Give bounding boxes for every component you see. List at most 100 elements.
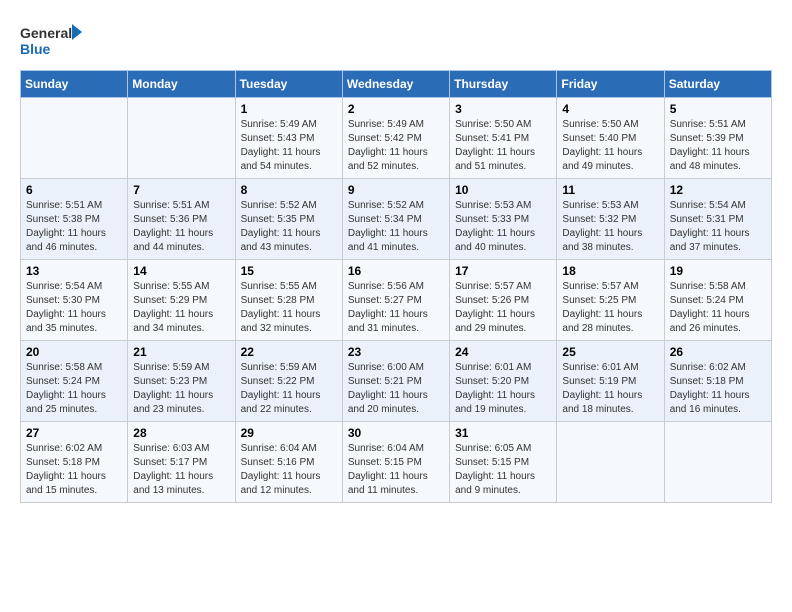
day-number: 17 (455, 264, 551, 278)
day-info: Sunrise: 5:49 AMSunset: 5:43 PMDaylight:… (241, 118, 337, 174)
day-info: Sunrise: 5:59 AMSunset: 5:23 PMDaylight:… (133, 361, 229, 417)
day-info: Sunrise: 5:51 AMSunset: 5:39 PMDaylight:… (670, 118, 766, 174)
day-number: 13 (26, 264, 122, 278)
day-info: Sunrise: 5:54 AMSunset: 5:31 PMDaylight:… (670, 199, 766, 255)
calendar-cell: 21 Sunrise: 5:59 AMSunset: 5:23 PMDayligh… (128, 341, 235, 422)
day-number: 11 (562, 183, 658, 197)
day-info: Sunrise: 5:52 AMSunset: 5:34 PMDaylight:… (348, 199, 444, 255)
day-number: 19 (670, 264, 766, 278)
header-friday: Friday (557, 71, 664, 98)
logo: GeneralBlue (20, 20, 90, 60)
day-info: Sunrise: 5:54 AMSunset: 5:30 PMDaylight:… (26, 280, 122, 336)
day-info: Sunrise: 5:49 AMSunset: 5:42 PMDaylight:… (348, 118, 444, 174)
day-number: 14 (133, 264, 229, 278)
day-number: 28 (133, 426, 229, 440)
calendar-cell: 20 Sunrise: 5:58 AMSunset: 5:24 PMDayligh… (21, 341, 128, 422)
day-number: 2 (348, 102, 444, 116)
week-row-1: 1 Sunrise: 5:49 AMSunset: 5:43 PMDaylight… (21, 98, 772, 179)
day-info: Sunrise: 5:50 AMSunset: 5:40 PMDaylight:… (562, 118, 658, 174)
calendar-cell: 14 Sunrise: 5:55 AMSunset: 5:29 PMDayligh… (128, 260, 235, 341)
day-info: Sunrise: 6:01 AMSunset: 5:19 PMDaylight:… (562, 361, 658, 417)
calendar-cell (664, 422, 771, 503)
calendar-cell: 29 Sunrise: 6:04 AMSunset: 5:16 PMDayligh… (235, 422, 342, 503)
day-number: 29 (241, 426, 337, 440)
header-sunday: Sunday (21, 71, 128, 98)
day-number: 27 (26, 426, 122, 440)
calendar-cell: 11 Sunrise: 5:53 AMSunset: 5:32 PMDayligh… (557, 179, 664, 260)
week-row-4: 20 Sunrise: 5:58 AMSunset: 5:24 PMDayligh… (21, 341, 772, 422)
day-info: Sunrise: 6:04 AMSunset: 5:15 PMDaylight:… (348, 442, 444, 498)
day-number: 24 (455, 345, 551, 359)
calendar-cell: 1 Sunrise: 5:49 AMSunset: 5:43 PMDaylight… (235, 98, 342, 179)
day-info: Sunrise: 6:00 AMSunset: 5:21 PMDaylight:… (348, 361, 444, 417)
calendar-cell: 31 Sunrise: 6:05 AMSunset: 5:15 PMDayligh… (450, 422, 557, 503)
day-info: Sunrise: 6:02 AMSunset: 5:18 PMDaylight:… (670, 361, 766, 417)
week-row-3: 13 Sunrise: 5:54 AMSunset: 5:30 PMDayligh… (21, 260, 772, 341)
day-number: 4 (562, 102, 658, 116)
svg-text:General: General (20, 25, 72, 41)
day-info: Sunrise: 5:53 AMSunset: 5:32 PMDaylight:… (562, 199, 658, 255)
day-number: 26 (670, 345, 766, 359)
day-info: Sunrise: 5:55 AMSunset: 5:29 PMDaylight:… (133, 280, 229, 336)
day-number: 15 (241, 264, 337, 278)
day-number: 10 (455, 183, 551, 197)
day-number: 25 (562, 345, 658, 359)
logo-icon: GeneralBlue (20, 20, 90, 60)
calendar-cell: 5 Sunrise: 5:51 AMSunset: 5:39 PMDaylight… (664, 98, 771, 179)
day-info: Sunrise: 5:55 AMSunset: 5:28 PMDaylight:… (241, 280, 337, 336)
day-number: 18 (562, 264, 658, 278)
calendar-cell: 4 Sunrise: 5:50 AMSunset: 5:40 PMDaylight… (557, 98, 664, 179)
day-info: Sunrise: 5:58 AMSunset: 5:24 PMDaylight:… (26, 361, 122, 417)
calendar-cell: 12 Sunrise: 5:54 AMSunset: 5:31 PMDayligh… (664, 179, 771, 260)
day-info: Sunrise: 6:04 AMSunset: 5:16 PMDaylight:… (241, 442, 337, 498)
day-number: 3 (455, 102, 551, 116)
day-info: Sunrise: 5:51 AMSunset: 5:38 PMDaylight:… (26, 199, 122, 255)
calendar-cell: 2 Sunrise: 5:49 AMSunset: 5:42 PMDaylight… (342, 98, 449, 179)
day-info: Sunrise: 5:52 AMSunset: 5:35 PMDaylight:… (241, 199, 337, 255)
calendar-cell: 27Sunrise: 6:02 AMSunset: 5:18 PMDayligh… (21, 422, 128, 503)
day-number: 23 (348, 345, 444, 359)
calendar-cell: 19 Sunrise: 5:58 AMSunset: 5:24 PMDayligh… (664, 260, 771, 341)
svg-text:Blue: Blue (20, 41, 51, 57)
calendar-cell: 17 Sunrise: 5:57 AMSunset: 5:26 PMDayligh… (450, 260, 557, 341)
calendar-cell: 8 Sunrise: 5:52 AMSunset: 5:35 PMDaylight… (235, 179, 342, 260)
calendar-cell (557, 422, 664, 503)
day-number: 8 (241, 183, 337, 197)
day-info: Sunrise: 5:50 AMSunset: 5:41 PMDaylight:… (455, 118, 551, 174)
day-number: 9 (348, 183, 444, 197)
day-number: 20 (26, 345, 122, 359)
day-number: 12 (670, 183, 766, 197)
day-info: Sunrise: 6:03 AMSunset: 5:17 PMDaylight:… (133, 442, 229, 498)
day-info: Sunrise: 5:57 AMSunset: 5:25 PMDaylight:… (562, 280, 658, 336)
calendar-cell: 16 Sunrise: 5:56 AMSunset: 5:27 PMDayligh… (342, 260, 449, 341)
day-number: 30 (348, 426, 444, 440)
day-number: 21 (133, 345, 229, 359)
day-number: 5 (670, 102, 766, 116)
calendar-cell (128, 98, 235, 179)
week-row-5: 27Sunrise: 6:02 AMSunset: 5:18 PMDayligh… (21, 422, 772, 503)
day-number: 31 (455, 426, 551, 440)
header-thursday: Thursday (450, 71, 557, 98)
header-row: SundayMondayTuesdayWednesdayThursdayFrid… (21, 71, 772, 98)
day-info: Sunrise: 5:56 AMSunset: 5:27 PMDaylight:… (348, 280, 444, 336)
day-info: Sunrise: 5:57 AMSunset: 5:26 PMDaylight:… (455, 280, 551, 336)
calendar-cell: 28 Sunrise: 6:03 AMSunset: 5:17 PMDayligh… (128, 422, 235, 503)
calendar-cell: 7 Sunrise: 5:51 AMSunset: 5:36 PMDaylight… (128, 179, 235, 260)
day-info: Sunrise: 5:51 AMSunset: 5:36 PMDaylight:… (133, 199, 229, 255)
calendar-cell: 30 Sunrise: 6:04 AMSunset: 5:15 PMDayligh… (342, 422, 449, 503)
header-tuesday: Tuesday (235, 71, 342, 98)
calendar-cell: 6 Sunrise: 5:51 AMSunset: 5:38 PMDaylight… (21, 179, 128, 260)
day-info: Sunrise: 5:58 AMSunset: 5:24 PMDaylight:… (670, 280, 766, 336)
day-info: Sunrise: 6:01 AMSunset: 5:20 PMDaylight:… (455, 361, 551, 417)
day-info: Sunrise: 5:53 AMSunset: 5:33 PMDaylight:… (455, 199, 551, 255)
day-number: 1 (241, 102, 337, 116)
day-number: 7 (133, 183, 229, 197)
calendar-cell: 13 Sunrise: 5:54 AMSunset: 5:30 PMDayligh… (21, 260, 128, 341)
day-number: 16 (348, 264, 444, 278)
day-info: Sunrise: 6:05 AMSunset: 5:15 PMDaylight:… (455, 442, 551, 498)
calendar-cell: 22Sunrise: 5:59 AMSunset: 5:22 PMDayligh… (235, 341, 342, 422)
calendar-cell: 18 Sunrise: 5:57 AMSunset: 5:25 PMDayligh… (557, 260, 664, 341)
calendar-cell (21, 98, 128, 179)
calendar-cell: 24 Sunrise: 6:01 AMSunset: 5:20 PMDayligh… (450, 341, 557, 422)
day-number: 6 (26, 183, 122, 197)
